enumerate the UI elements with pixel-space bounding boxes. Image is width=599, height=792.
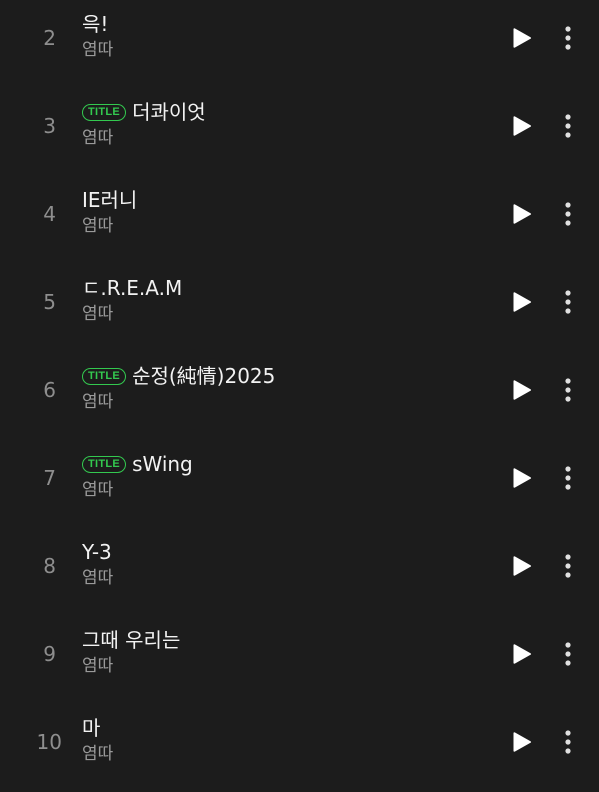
track-title: 그때 우리는 [82, 628, 181, 652]
more-options-button[interactable] [556, 112, 580, 140]
more-vertical-icon [565, 554, 571, 578]
play-icon [513, 292, 532, 312]
track-number: 3 [43, 114, 56, 138]
track-row[interactable]: 9 그때 우리는 염따 [0, 616, 599, 704]
track-artist[interactable]: 염따 [82, 654, 482, 678]
track-artist[interactable]: 염따 [82, 390, 482, 414]
track-artist[interactable]: 염따 [82, 214, 482, 238]
track-number: 2 [43, 26, 56, 50]
more-vertical-icon [565, 642, 571, 666]
more-vertical-icon [565, 730, 571, 754]
track-number: 9 [43, 642, 56, 666]
track-info[interactable]: TITLE sWing 염따 [82, 450, 482, 502]
track-artist[interactable]: 염따 [82, 478, 482, 502]
play-icon [513, 556, 532, 576]
more-vertical-icon [565, 26, 571, 50]
play-button[interactable] [508, 288, 536, 316]
track-row[interactable]: 3 TITLE 더콰이엇 염따 [0, 88, 599, 176]
more-options-button[interactable] [556, 200, 580, 228]
play-icon [513, 116, 532, 136]
more-options-button[interactable] [556, 728, 580, 756]
track-title: 더콰이엇 [132, 100, 206, 124]
play-button[interactable] [508, 552, 536, 580]
track-row[interactable]: 2 윽! 염따 [0, 0, 599, 88]
track-artist[interactable]: 염따 [82, 38, 482, 62]
play-icon [513, 644, 532, 664]
more-options-button[interactable] [556, 24, 580, 52]
play-button[interactable] [508, 24, 536, 52]
more-options-button[interactable] [556, 376, 580, 404]
play-icon [513, 28, 532, 48]
more-options-button[interactable] [556, 464, 580, 492]
track-info[interactable]: TITLE 더콰이엇 염따 [82, 98, 482, 150]
more-options-button[interactable] [556, 640, 580, 668]
play-button[interactable] [508, 112, 536, 140]
track-title: IE러니 [82, 188, 138, 212]
track-artist[interactable]: 염따 [82, 566, 482, 590]
play-icon [513, 732, 532, 752]
track-row[interactable]: 4 IE러니 염따 [0, 176, 599, 264]
play-icon [513, 468, 532, 488]
play-icon [513, 204, 532, 224]
more-vertical-icon [565, 290, 571, 314]
track-artist[interactable]: 염따 [82, 126, 482, 150]
track-row[interactable]: 5 ㄷ.R.E.A.M 염따 [0, 264, 599, 352]
play-button[interactable] [508, 200, 536, 228]
track-number: 5 [43, 290, 56, 314]
track-row[interactable]: 6 TITLE 순정(純情)2025 염따 [0, 352, 599, 440]
track-info[interactable]: 마 염따 [82, 714, 482, 766]
track-number: 7 [43, 466, 56, 490]
play-button[interactable] [508, 728, 536, 756]
more-vertical-icon [565, 202, 571, 226]
track-title: sWing [132, 452, 193, 476]
track-info[interactable]: TITLE 순정(純情)2025 염따 [82, 362, 482, 414]
play-button[interactable] [508, 464, 536, 492]
track-info[interactable]: 그때 우리는 염따 [82, 626, 482, 678]
track-number: 6 [43, 378, 56, 402]
play-icon [513, 380, 532, 400]
track-artist[interactable]: 염따 [82, 742, 482, 766]
track-title: 윽! [82, 12, 109, 36]
track-artist[interactable]: 염따 [82, 302, 482, 326]
track-title: 순정(純情)2025 [132, 364, 276, 388]
play-button[interactable] [508, 640, 536, 668]
track-row[interactable]: 7 TITLE sWing 염따 [0, 440, 599, 528]
more-vertical-icon [565, 378, 571, 402]
more-options-button[interactable] [556, 552, 580, 580]
track-info[interactable]: 윽! 염따 [82, 10, 482, 62]
track-number: 10 [36, 730, 62, 754]
more-vertical-icon [565, 466, 571, 490]
track-info[interactable]: IE러니 염따 [82, 186, 482, 238]
track-row[interactable]: 8 Y-3 염따 [0, 528, 599, 616]
track-number: 8 [43, 554, 56, 578]
track-title: ㄷ.R.E.A.M [82, 276, 183, 300]
title-track-badge: TITLE [82, 367, 127, 385]
track-info[interactable]: Y-3 염따 [82, 538, 482, 590]
track-title: 마 [82, 716, 101, 740]
play-button[interactable] [508, 376, 536, 404]
more-options-button[interactable] [556, 288, 580, 316]
track-info[interactable]: ㄷ.R.E.A.M 염따 [82, 274, 482, 326]
track-list: 2 윽! 염따 3 TITLE 더콰이엇 염따 4 IE러니 염따 5 ㄷ.R.… [0, 0, 599, 778]
track-title: Y-3 [82, 540, 112, 564]
more-vertical-icon [565, 114, 571, 138]
track-row[interactable]: 10 마 염따 [0, 704, 599, 792]
track-number: 4 [43, 202, 56, 226]
title-track-badge: TITLE [82, 455, 127, 473]
title-track-badge: TITLE [82, 103, 127, 121]
